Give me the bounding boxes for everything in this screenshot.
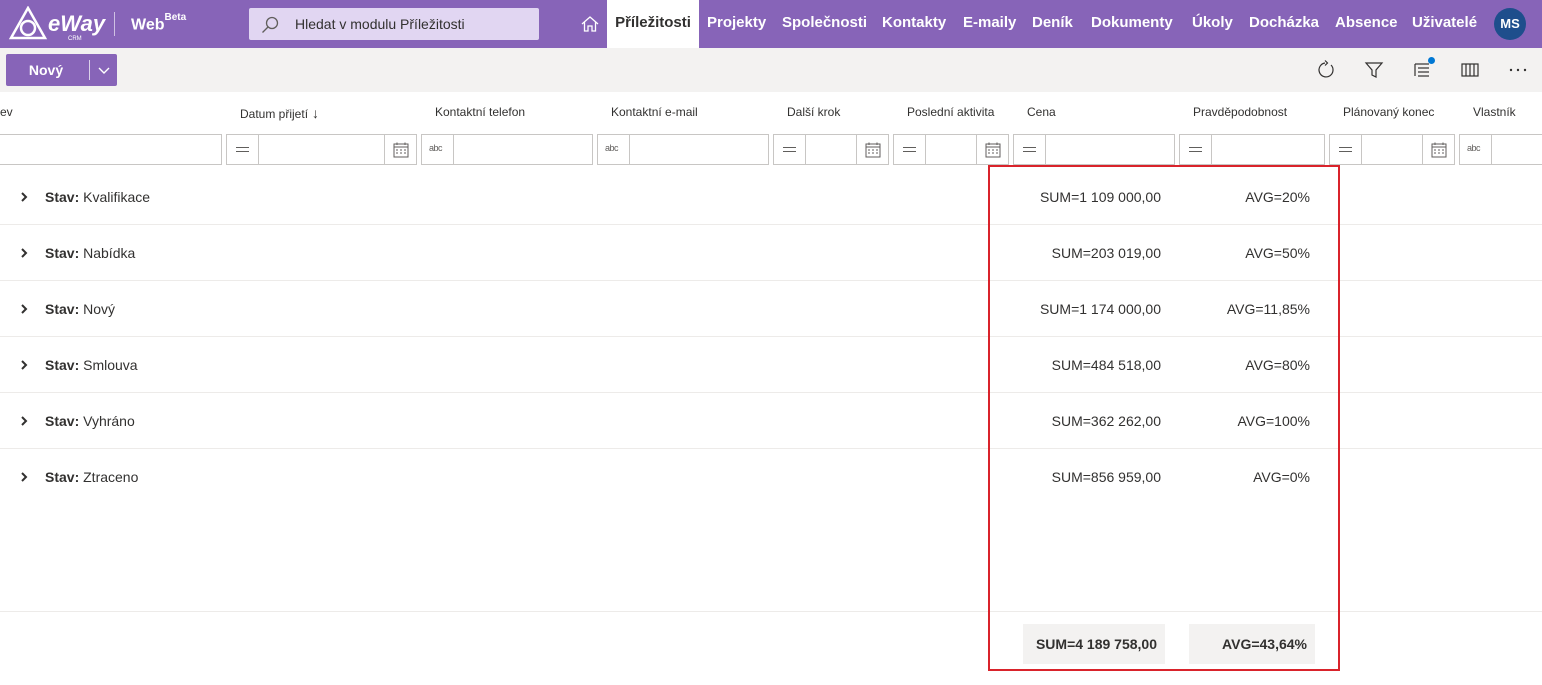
nav-tab-absence[interactable]: Absence <box>1335 14 1398 31</box>
grouping-button[interactable] <box>1412 57 1435 80</box>
calendar-button[interactable] <box>1422 135 1454 164</box>
column-header-datum-prijeti[interactable]: Datum přijetí ↓ <box>240 105 319 121</box>
group-label: Stav: Nabídka <box>45 245 136 261</box>
logo-sub: CRM <box>68 36 82 42</box>
filter-operator[interactable] <box>1330 135 1362 164</box>
column-header-planovany-konec[interactable]: Plánovaný konec <box>1343 105 1434 119</box>
divider <box>114 12 115 36</box>
nav-tab-spolecnosti[interactable]: Společnosti <box>782 14 867 31</box>
beta-badge: Beta <box>164 12 187 23</box>
filter-icon[interactable] <box>1364 60 1384 80</box>
column-header-kontaktni-telefon[interactable]: Kontaktní telefon <box>435 105 525 119</box>
group-label: Stav: Smlouva <box>45 357 138 373</box>
column-header-kontaktni-email[interactable]: Kontaktní e-mail <box>611 105 698 119</box>
filter-cena[interactable] <box>1013 134 1175 165</box>
more-icon[interactable] <box>1508 60 1528 80</box>
split-divider <box>89 60 90 80</box>
equals-icon <box>783 147 796 152</box>
text-filter-icon: abc <box>429 143 443 153</box>
calendar-icon <box>393 142 409 158</box>
chevron-right-icon[interactable] <box>19 471 29 483</box>
highlight-box <box>988 165 1340 671</box>
filter-planovany-konec[interactable] <box>1329 134 1455 165</box>
user-avatar[interactable]: MS <box>1494 8 1526 40</box>
web-label: WebBeta <box>131 12 187 34</box>
filter-operator[interactable] <box>227 135 259 164</box>
filter-text-operator[interactable]: abc <box>598 135 630 164</box>
new-button[interactable]: Nový <box>6 54 117 86</box>
filter-kontaktni-telefon[interactable]: abc <box>421 134 593 165</box>
top-bar: eWay CRM WebBeta Příležitosti Projekty S… <box>0 0 1542 48</box>
nav-tab-emaily[interactable]: E-maily <box>963 14 1016 31</box>
filter-datum-prijeti[interactable] <box>226 134 417 165</box>
calendar-button[interactable] <box>856 135 888 164</box>
filter-operator[interactable] <box>1180 135 1212 164</box>
group-label: Stav: Vyhráno <box>45 413 135 429</box>
search-box[interactable] <box>249 8 539 40</box>
filter-vlastnik[interactable]: abc <box>1459 134 1542 165</box>
sort-desc-icon: ↓ <box>312 105 320 121</box>
new-button-label: Nový <box>28 62 64 78</box>
filter-pravdepodobnost[interactable] <box>1179 134 1325 165</box>
search-icon <box>262 16 279 33</box>
equals-icon <box>1189 147 1202 152</box>
chevron-right-icon[interactable] <box>19 247 29 259</box>
calendar-button[interactable] <box>384 135 416 164</box>
filter-text-operator[interactable]: abc <box>1460 135 1492 164</box>
calendar-icon <box>1431 142 1447 158</box>
search-input[interactable] <box>295 8 535 40</box>
chevron-right-icon[interactable] <box>19 415 29 427</box>
equals-icon <box>236 147 249 152</box>
chevron-down-icon[interactable] <box>94 64 114 78</box>
refresh-icon[interactable] <box>1316 60 1336 80</box>
calendar-icon <box>865 142 881 158</box>
nav-tab-ukoly[interactable]: Úkoly <box>1192 14 1233 31</box>
filter-operator[interactable] <box>1014 135 1046 164</box>
column-header-name[interactable]: ev <box>0 105 13 119</box>
nav-tab-dochazka[interactable]: Docházka <box>1249 14 1319 31</box>
text-filter-icon: abc <box>1467 143 1481 153</box>
filter-operator[interactable] <box>774 135 806 164</box>
group-label: Stav: Nový <box>45 301 116 317</box>
filter-operator[interactable] <box>894 135 926 164</box>
column-header-dalsi-krok[interactable]: Další krok <box>787 105 840 119</box>
chevron-right-icon[interactable] <box>19 303 29 315</box>
chevron-right-icon[interactable] <box>19 359 29 371</box>
columns-icon[interactable] <box>1460 60 1480 80</box>
nav-tab-denik[interactable]: Deník <box>1032 14 1073 31</box>
text-filter-icon: abc <box>605 143 619 153</box>
eway-logo[interactable]: eWay CRM <box>8 5 105 42</box>
equals-icon <box>1339 147 1352 152</box>
equals-icon <box>903 147 916 152</box>
column-header-pravdepodobnost[interactable]: Pravděpodobnost <box>1193 105 1287 119</box>
logo-icon <box>8 5 48 40</box>
home-icon[interactable] <box>580 14 600 34</box>
filter-dalsi-krok[interactable] <box>773 134 889 165</box>
nav-tab-projekty[interactable]: Projekty <box>707 14 766 31</box>
nav-tab-prilezitosti[interactable]: Příležitosti <box>607 0 699 48</box>
group-label: Stav: Kvalifikace <box>45 189 151 205</box>
chevron-right-icon[interactable] <box>19 191 29 203</box>
command-bar: Nový <box>0 48 1542 92</box>
notification-dot <box>1428 57 1435 64</box>
nav-tab-kontakty[interactable]: Kontakty <box>882 14 946 31</box>
equals-icon <box>1023 147 1036 152</box>
filter-kontaktni-email[interactable]: abc <box>597 134 769 165</box>
column-header-vlastnik[interactable]: Vlastník <box>1473 105 1516 119</box>
nav-tab-dokumenty[interactable]: Dokumenty <box>1091 14 1173 31</box>
logo-text: eWay <box>48 11 106 36</box>
nav-tab-uzivatele[interactable]: Uživatelé <box>1412 14 1477 31</box>
column-header-posledni-aktivita[interactable]: Poslední aktivita <box>907 105 994 119</box>
filter-text-operator[interactable]: abc <box>422 135 454 164</box>
column-header-cena[interactable]: Cena <box>1027 105 1056 119</box>
group-label: Stav: Ztraceno <box>45 469 139 485</box>
filter-posledni-aktivita[interactable] <box>893 134 1009 165</box>
calendar-icon <box>985 142 1001 158</box>
filter-name[interactable] <box>0 134 222 165</box>
calendar-button[interactable] <box>976 135 1008 164</box>
